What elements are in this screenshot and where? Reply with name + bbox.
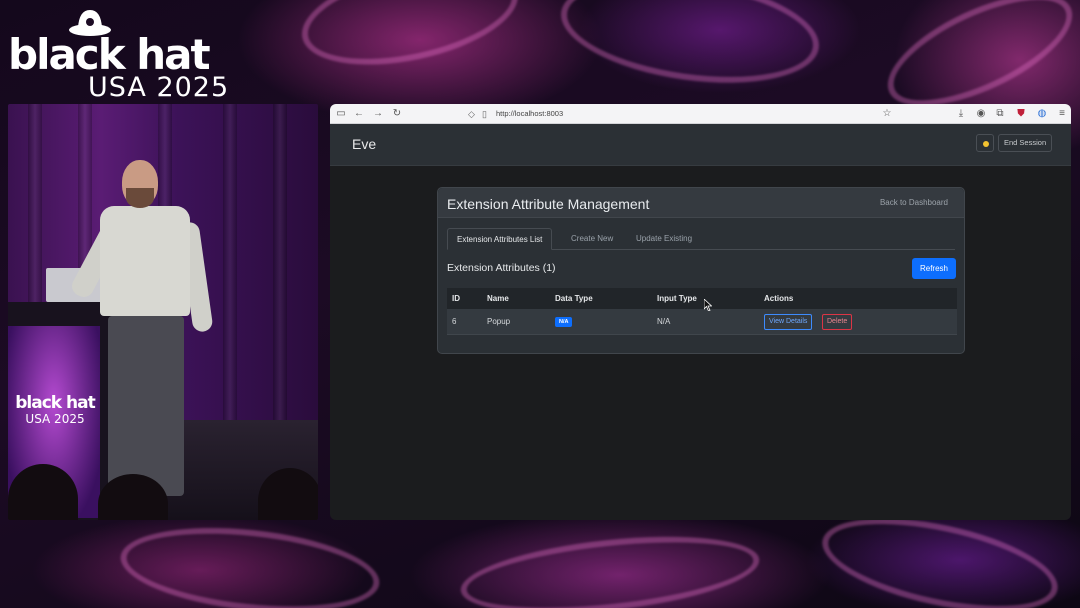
cell-name: Popup — [487, 317, 511, 326]
download-icon[interactable]: ⤓ — [954, 107, 968, 121]
section-title: Extension Attributes (1) — [447, 262, 556, 274]
extension-globe-icon[interactable]: ◍ — [1035, 107, 1049, 121]
column-header-name: Name — [487, 294, 509, 303]
tab-create-new[interactable]: Create New — [562, 228, 622, 250]
app-navbar: Eve End Session — [330, 124, 1071, 166]
bookmark-star-icon[interactable]: ☆ — [880, 107, 894, 121]
delete-button[interactable]: Delete — [822, 314, 853, 330]
mouse-cursor-icon — [704, 299, 712, 311]
view-details-button[interactable]: View Details — [764, 314, 813, 330]
cell-input-type: N/A — [657, 317, 671, 326]
table-header-row: ID Name Data Type Input Type Actions — [447, 288, 957, 309]
extensions-icon[interactable]: ⧉ — [993, 107, 1007, 121]
tab-update-existing[interactable]: Update Existing — [627, 228, 701, 250]
theme-toggle-button[interactable] — [976, 134, 994, 152]
card-title: Extension Attribute Management — [447, 196, 650, 212]
account-icon[interactable]: ◉ — [974, 107, 988, 121]
column-header-id: ID — [452, 294, 460, 303]
browser-toolbar: ▭ ← → ↻ ◇ ▯ http://localhost:8003 ☆ ⤓ ◉ … — [330, 104, 1071, 124]
extension-attribute-card: Extension Attribute Management Back to D… — [437, 187, 965, 354]
forward-arrow-icon[interactable]: → — [371, 107, 385, 121]
tab-bar: Extension Attributes List Create New Upd… — [447, 228, 955, 250]
speaker — [68, 160, 216, 520]
speaker-video: black hat USA 2025 — [8, 104, 318, 520]
back-to-dashboard-button[interactable]: Back to Dashboard — [880, 198, 948, 207]
page-icon: ▯ — [482, 109, 487, 119]
shield-icon: ◇ — [468, 109, 475, 119]
column-header-input-type: Input Type — [657, 294, 697, 303]
url-text: http://localhost:8003 — [496, 109, 564, 118]
ublock-shield-icon[interactable]: ⛊ — [1014, 107, 1028, 121]
sidebar-toggle-icon[interactable]: ▭ — [334, 107, 348, 121]
sun-icon — [983, 141, 989, 147]
menu-icon[interactable]: ≡ — [1055, 107, 1069, 121]
cell-id: 6 — [452, 317, 457, 326]
browser-window: ▭ ← → ↻ ◇ ▯ http://localhost:8003 ☆ ⤓ ◉ … — [330, 104, 1071, 520]
tab-extension-attributes-list[interactable]: Extension Attributes List — [447, 228, 553, 250]
logo-subtitle: USA 2025 — [88, 72, 230, 103]
back-arrow-icon[interactable]: ← — [352, 107, 366, 121]
table-row: 6 Popup N/A N/A View Details Delete — [447, 309, 957, 335]
refresh-button[interactable]: Refresh — [911, 258, 956, 279]
data-type-badge: N/A — [555, 317, 573, 327]
black-hat-logo: black hat USA 2025 — [8, 4, 238, 103]
address-bar[interactable]: ◇ ▯ http://localhost:8003 — [460, 106, 900, 122]
column-header-actions: Actions — [764, 294, 794, 303]
end-session-button[interactable]: End Session — [998, 134, 1053, 152]
logo-wordmark: black hat — [8, 30, 211, 79]
column-header-data-type: Data Type — [555, 294, 593, 303]
reload-icon[interactable]: ↻ — [390, 107, 404, 121]
card-header: Extension Attribute Management Back to D… — [438, 188, 964, 218]
app-brand[interactable]: Eve — [352, 136, 376, 152]
